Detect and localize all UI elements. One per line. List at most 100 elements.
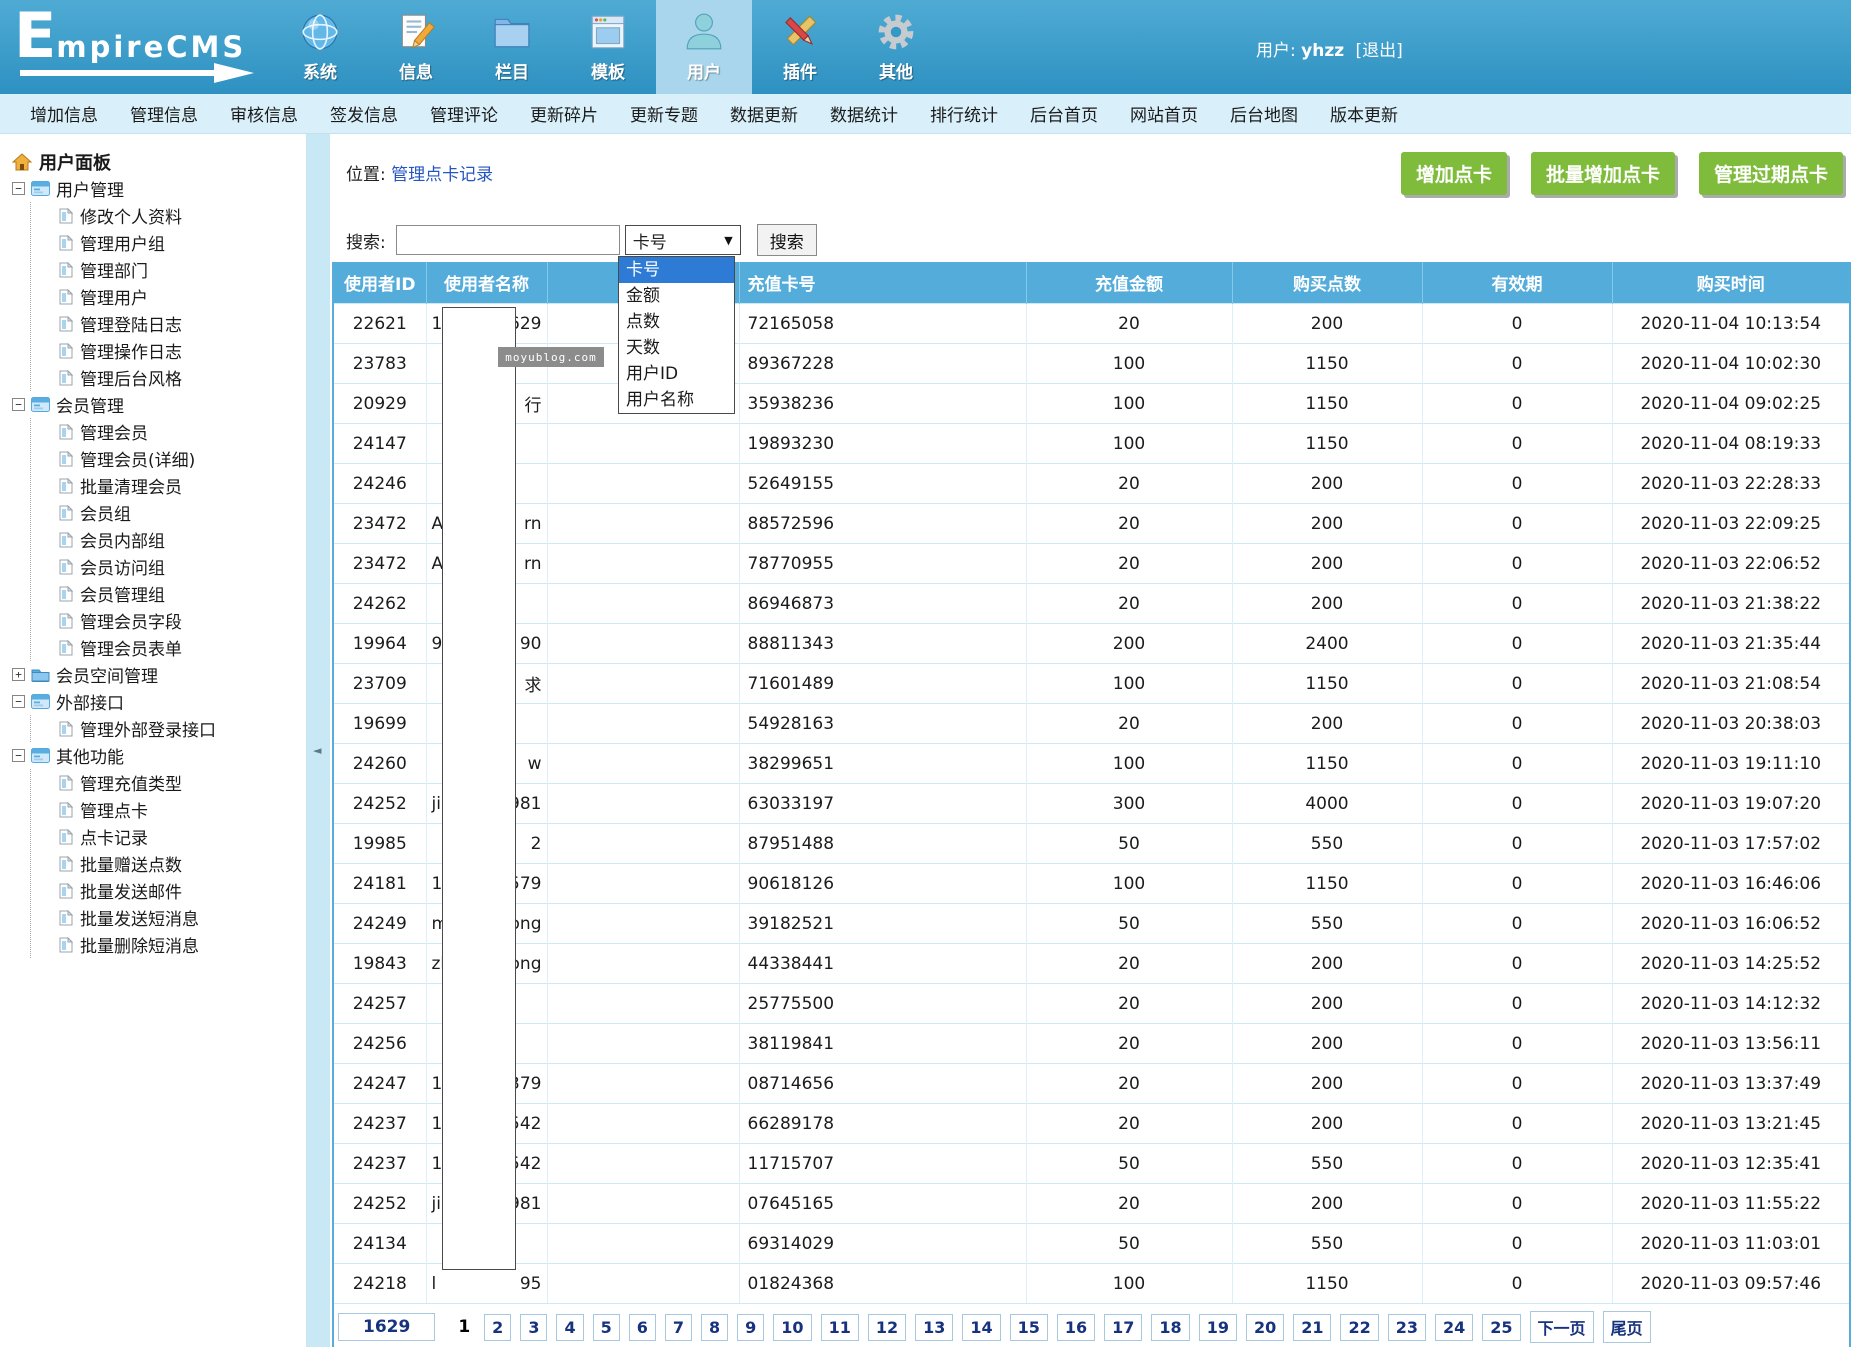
sidebar-item-管理部门[interactable]: 管理部门 (59, 256, 306, 283)
sidebar-item-会员访问组[interactable]: 会员访问组 (59, 553, 306, 580)
pagination-last-button[interactable]: 尾页 (1603, 1311, 1651, 1343)
sidebar-item-label[interactable]: 管理用户 (80, 284, 148, 309)
sidebar-item-label[interactable]: 修改个人资料 (80, 203, 182, 228)
sidebar-item-会员管理组[interactable]: 会员管理组 (59, 580, 306, 607)
search-button[interactable]: 搜索 (757, 224, 817, 256)
tab-info[interactable]: 信息 (368, 0, 464, 94)
sidebar-item-label[interactable]: 管理点卡 (80, 797, 148, 822)
tab-system[interactable]: 系统 (272, 0, 368, 94)
dropdown-option-用户ID[interactable]: 用户ID (619, 361, 734, 387)
pagination-page-25[interactable]: 25 (1482, 1314, 1520, 1341)
sidebar-item-label[interactable]: 批量发送短消息 (80, 905, 199, 930)
sidebar-item-label[interactable]: 批量删除短消息 (80, 932, 199, 957)
pagination-page-7[interactable]: 7 (665, 1314, 692, 1341)
sidebar-item-label[interactable]: 点卡记录 (80, 824, 148, 849)
sidebar-item-label[interactable]: 会员访问组 (80, 554, 165, 579)
sidebar-item-管理登陆日志[interactable]: 管理登陆日志 (59, 310, 306, 337)
nav-item-11[interactable]: 后台首页 (1030, 101, 1098, 126)
sidebar-item-label[interactable]: 管理会员(详细) (80, 446, 195, 471)
sidebar-item-label[interactable]: 管理用户组 (80, 230, 165, 255)
sidebar-item-label[interactable]: 会员内部组 (80, 527, 165, 552)
sidebar-item-label[interactable]: 批量发送邮件 (80, 878, 182, 903)
pagination-page-12[interactable]: 12 (868, 1314, 906, 1341)
logout-link[interactable]: [退出] (1356, 41, 1403, 61)
tab-column[interactable]: 栏目 (464, 0, 560, 94)
pagination-page-14[interactable]: 14 (962, 1314, 1000, 1341)
pagination-next-button[interactable]: 下一页 (1530, 1311, 1594, 1343)
sidebar-item-label[interactable]: 管理后台风格 (80, 365, 182, 390)
pagination-page-8[interactable]: 8 (701, 1314, 728, 1341)
sidebar-group-label[interactable]: 用户管理 (56, 176, 124, 201)
sidebar-item-label[interactable]: 管理会员 (80, 419, 148, 444)
sidebar-item-管理会员(详细)[interactable]: 管理会员(详细) (59, 445, 306, 472)
nav-item-10[interactable]: 排行统计 (930, 101, 998, 126)
nav-item-9[interactable]: 数据统计 (830, 101, 898, 126)
sidebar-item-label[interactable]: 管理充值类型 (80, 770, 182, 795)
nav-item-13[interactable]: 后台地图 (1230, 101, 1298, 126)
sidebar-item-管理操作日志[interactable]: 管理操作日志 (59, 337, 306, 364)
pagination-page-22[interactable]: 22 (1340, 1314, 1378, 1341)
collapse-box-icon[interactable]: − (12, 398, 25, 411)
breadcrumb-current-link[interactable]: 管理点卡记录 (391, 165, 493, 185)
sidebar-group-label[interactable]: 外部接口 (56, 689, 124, 714)
sidebar-item-管理点卡[interactable]: 管理点卡 (59, 796, 306, 823)
pagination-page-19[interactable]: 19 (1199, 1314, 1237, 1341)
pagination-page-4[interactable]: 4 (556, 1314, 583, 1341)
search-input[interactable] (396, 225, 620, 255)
sidebar-group-4[interactable]: − 外部接口 (12, 688, 306, 715)
collapse-box-icon[interactable]: − (12, 695, 25, 708)
tab-user[interactable]: 用户 (656, 0, 752, 94)
dropdown-option-金额[interactable]: 金额 (619, 283, 734, 309)
nav-item-8[interactable]: 数据更新 (730, 101, 798, 126)
dropdown-option-点数[interactable]: 点数 (619, 309, 734, 335)
sidebar-item-label[interactable]: 管理登陆日志 (80, 311, 182, 336)
pagination-page-2[interactable]: 2 (484, 1314, 511, 1341)
sidebar-group-label[interactable]: 会员管理 (56, 392, 124, 417)
sidebar-item-管理会员[interactable]: 管理会员 (59, 418, 306, 445)
sidebar-group-2[interactable]: − 会员管理 (12, 391, 306, 418)
pagination-page-23[interactable]: 23 (1388, 1314, 1426, 1341)
sidebar-item-修改个人资料[interactable]: 修改个人资料 (59, 202, 306, 229)
pagination-page-20[interactable]: 20 (1246, 1314, 1284, 1341)
sidebar-item-点卡记录[interactable]: 点卡记录 (59, 823, 306, 850)
pagination-page-6[interactable]: 6 (629, 1314, 656, 1341)
sidebar-item-label[interactable]: 会员组 (80, 500, 131, 525)
sidebar-item-批量发送短消息[interactable]: 批量发送短消息 (59, 904, 306, 931)
sidebar-item-批量清理会员[interactable]: 批量清理会员 (59, 472, 306, 499)
nav-item-7[interactable]: 更新专题 (630, 101, 698, 126)
dropdown-option-卡号[interactable]: 卡号 (619, 257, 734, 283)
sidebar-group-1[interactable]: −用户管理 (12, 175, 306, 202)
sidebar-group-3[interactable]: + 会员空间管理 (12, 661, 306, 688)
nav-item-14[interactable]: 版本更新 (1330, 101, 1398, 126)
sidebar-item-label[interactable]: 批量赠送点数 (80, 851, 182, 876)
sidebar-group-5[interactable]: −其他功能 (12, 742, 306, 769)
add-card-button[interactable]: 增加点卡 (1401, 152, 1507, 195)
pagination-page-3[interactable]: 3 (520, 1314, 547, 1341)
sidebar-item-管理外部登录接口[interactable]: 管理外部登录接口 (59, 715, 306, 742)
sidebar-item-label[interactable]: 管理外部登录接口 (80, 716, 216, 741)
pagination-page-5[interactable]: 5 (593, 1314, 620, 1341)
sidebar-item-label[interactable]: 会员管理组 (80, 581, 165, 606)
nav-item-1[interactable]: 增加信息 (30, 101, 98, 126)
sidebar-item-管理用户[interactable]: 管理用户 (59, 283, 306, 310)
sidebar-collapse-strip[interactable]: ◄ (306, 134, 330, 1347)
sidebar-item-管理用户组[interactable]: 管理用户组 (59, 229, 306, 256)
nav-item-12[interactable]: 网站首页 (1130, 101, 1198, 126)
sidebar-item-管理会员字段[interactable]: 管理会员字段 (59, 607, 306, 634)
tab-template[interactable]: 模板 (560, 0, 656, 94)
nav-item-2[interactable]: 管理信息 (130, 101, 198, 126)
sidebar-item-批量赠送点数[interactable]: 批量赠送点数 (59, 850, 306, 877)
sidebar-item-会员组[interactable]: 会员组 (59, 499, 306, 526)
pagination-page-9[interactable]: 9 (737, 1314, 764, 1341)
sidebar-item-label[interactable]: 管理会员字段 (80, 608, 182, 633)
batch-add-card-button[interactable]: 批量增加点卡 (1531, 152, 1675, 195)
sidebar-item-会员内部组[interactable]: 会员内部组 (59, 526, 306, 553)
tab-plugin[interactable]: 插件 (752, 0, 848, 94)
dropdown-option-天数[interactable]: 天数 (619, 335, 734, 361)
pagination-page-15[interactable]: 15 (1010, 1314, 1048, 1341)
sidebar-group-label[interactable]: 会员空间管理 (56, 662, 158, 687)
dropdown-option-用户名称[interactable]: 用户名称 (619, 387, 734, 413)
expand-box-icon[interactable]: + (12, 668, 25, 681)
sidebar-item-批量删除短消息[interactable]: 批量删除短消息 (59, 931, 306, 958)
pagination-page-21[interactable]: 21 (1293, 1314, 1331, 1341)
